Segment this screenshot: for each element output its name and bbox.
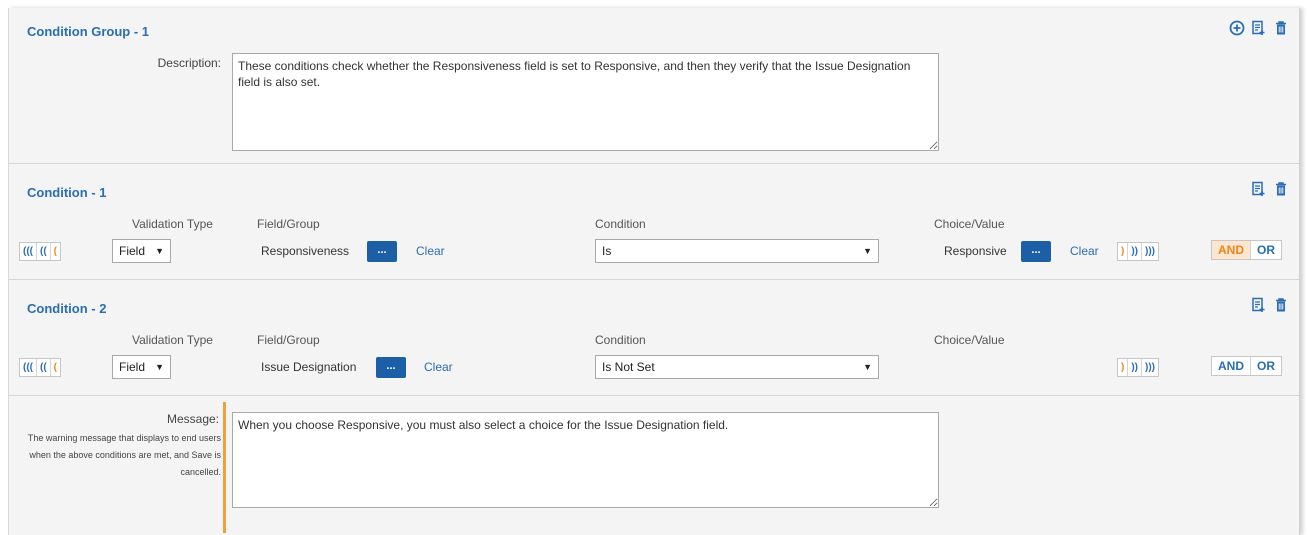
close-paren-group: ) )) ))) [1117, 358, 1160, 377]
field-name: Responsiveness [261, 244, 350, 258]
required-indicator-bar [223, 402, 226, 533]
open-paren-double[interactable]: (( [37, 359, 51, 376]
dropdown-arrow-icon: ▼ [155, 362, 164, 372]
condition-2-title: Condition - 2 [27, 301, 107, 316]
operator-toggle: AND OR [1211, 240, 1282, 260]
field-name: Issue Designation [261, 360, 357, 374]
condition-select[interactable]: Is Not Set ▼ [595, 355, 879, 379]
edit-doc-icon[interactable] [1251, 297, 1267, 313]
open-paren-single[interactable]: ( [51, 243, 60, 260]
trash-icon[interactable] [1273, 181, 1289, 197]
condition-header: Condition [595, 333, 646, 347]
validation-type-header: Validation Type [132, 333, 213, 347]
validation-type-value: Field [119, 244, 146, 258]
open-paren-triple[interactable]: ((( [20, 359, 37, 376]
condition-select[interactable]: Is ▼ [595, 239, 879, 263]
choice-value: Responsive [944, 244, 1007, 258]
message-label: Message: [166, 412, 219, 426]
dropdown-arrow-icon: ▼ [155, 246, 164, 256]
condition-value: Is [602, 244, 612, 258]
description-label: Description: [157, 56, 221, 70]
close-paren-triple[interactable]: ))) [1142, 359, 1158, 376]
add-circle-icon[interactable] [1229, 20, 1245, 36]
dropdown-arrow-icon: ▼ [863, 362, 872, 372]
field-group-header: Field/Group [257, 333, 320, 347]
message-textarea[interactable]: When you choose Responsive, you must als… [232, 412, 939, 508]
group-toolbar [1229, 20, 1289, 36]
condition-group-section: Condition Group - 1 Description: These c… [9, 8, 1299, 164]
trash-icon[interactable] [1273, 20, 1289, 36]
condition-group-title: Condition Group - 1 [27, 24, 150, 39]
open-paren-single[interactable]: ( [51, 359, 60, 376]
choice-picker-button[interactable]: ... [1021, 241, 1051, 262]
condition-value: Is Not Set [602, 360, 655, 374]
trash-icon[interactable] [1273, 297, 1289, 313]
or-button[interactable]: OR [1251, 241, 1281, 259]
description-textarea[interactable]: These conditions check whether the Respo… [232, 53, 939, 151]
condition-2-toolbar [1251, 297, 1289, 313]
validation-type-header: Validation Type [132, 217, 213, 231]
message-section: Message: The warning message that displa… [9, 396, 1299, 535]
message-help-text: The warning message that displays to end… [27, 433, 221, 477]
close-paren-triple[interactable]: ))) [1142, 243, 1158, 260]
field-picker-button[interactable]: ... [376, 357, 406, 378]
field-group-header: Field/Group [257, 217, 320, 231]
validation-type-select[interactable]: Field ▼ [112, 355, 171, 379]
field-picker-button[interactable]: ... [367, 241, 397, 262]
choice-value-header: Choice/Value [934, 333, 1005, 347]
condition-1-toolbar [1251, 181, 1289, 197]
choice-value-header: Choice/Value [934, 217, 1005, 231]
condition-editor-panel: Condition Group - 1 Description: These c… [8, 8, 1300, 535]
open-paren-group: ((( (( ( [19, 358, 62, 377]
and-button[interactable]: AND [1212, 241, 1251, 259]
validation-type-value: Field [119, 360, 146, 374]
close-paren-double[interactable]: )) [1128, 243, 1143, 260]
edit-doc-icon[interactable] [1251, 181, 1267, 197]
or-button[interactable]: OR [1251, 357, 1281, 375]
validation-type-select[interactable]: Field ▼ [112, 239, 171, 263]
close-paren-single[interactable]: ) [1118, 243, 1129, 260]
close-paren-group: ) )) ))) [1117, 242, 1160, 261]
close-paren-single[interactable]: ) [1118, 359, 1129, 376]
open-paren-triple[interactable]: ((( [20, 243, 37, 260]
choice-clear-link[interactable]: Clear [1070, 244, 1099, 258]
condition-1-title: Condition - 1 [27, 185, 107, 200]
open-paren-double[interactable]: (( [37, 243, 51, 260]
field-clear-link[interactable]: Clear [424, 360, 453, 374]
field-clear-link[interactable]: Clear [416, 244, 445, 258]
condition-header: Condition [595, 217, 646, 231]
condition-2-section: Condition - 2 Validation Type Field/Grou… [9, 280, 1299, 396]
open-paren-group: ((( (( ( [19, 242, 62, 261]
condition-1-section: Condition - 1 Validation Type Field/Grou… [9, 164, 1299, 280]
close-paren-double[interactable]: )) [1128, 359, 1143, 376]
edit-doc-icon[interactable] [1251, 20, 1267, 36]
operator-toggle: AND OR [1211, 356, 1282, 376]
dropdown-arrow-icon: ▼ [863, 246, 872, 256]
and-button[interactable]: AND [1212, 357, 1251, 375]
